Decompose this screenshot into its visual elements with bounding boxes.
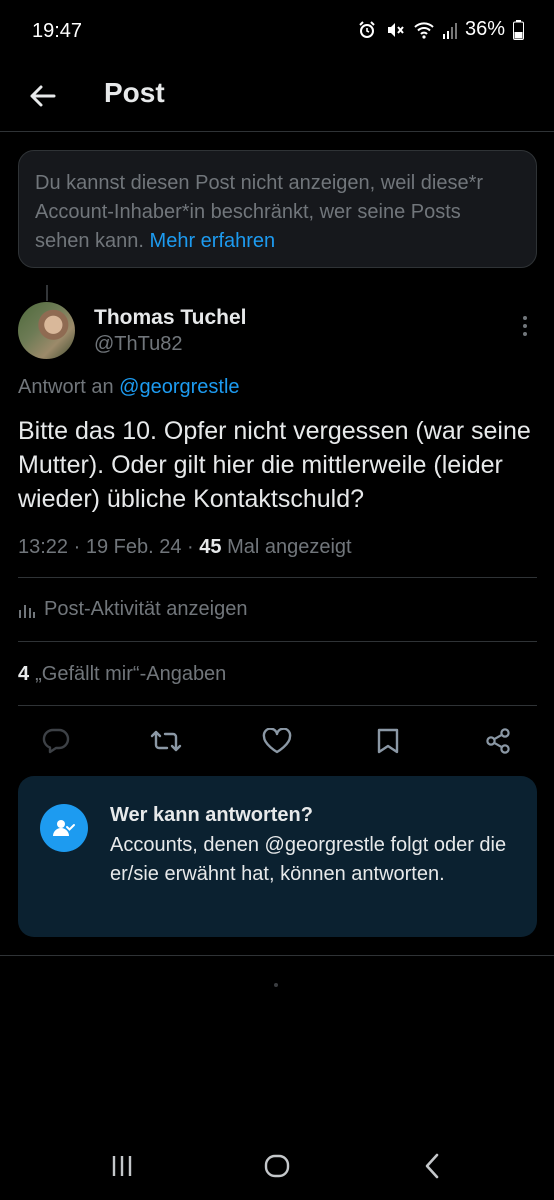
reply-to-line: Antwort an @georgrestle bbox=[18, 376, 240, 399]
who-can-reply-card: Wer kann antworten? Accounts, denen @geo… bbox=[18, 776, 537, 937]
views-count: 45 bbox=[199, 536, 222, 558]
divider bbox=[18, 705, 537, 706]
signal-icon bbox=[442, 22, 457, 39]
meta-separator: · bbox=[187, 536, 200, 558]
top-header: Post bbox=[0, 64, 554, 132]
repost-button[interactable] bbox=[149, 724, 183, 758]
author-name[interactable]: Thomas Tuchel bbox=[94, 306, 246, 330]
reply-card-title: Wer kann antworten? bbox=[110, 804, 313, 826]
post-text: Bitte das 10. Opfer nicht vergessen (war… bbox=[18, 417, 531, 513]
reply-card-text: Accounts, denen @georgrestle folgt oder … bbox=[110, 834, 507, 885]
post-actions bbox=[0, 718, 554, 764]
bookmark-icon bbox=[377, 728, 399, 754]
learn-more-link[interactable]: Mehr erfahren bbox=[150, 230, 276, 252]
bar-chart-icon bbox=[19, 604, 35, 618]
reply-icon bbox=[42, 728, 70, 754]
reply-mention-link[interactable]: @georgrestle bbox=[119, 376, 239, 398]
more-dot-icon bbox=[523, 316, 527, 320]
likes-count: 4 bbox=[18, 663, 30, 685]
meta-separator: · bbox=[73, 536, 86, 558]
more-dot-icon bbox=[523, 324, 527, 328]
post-date[interactable]: 19 Feb. 24 bbox=[86, 536, 182, 558]
status-time: 19:47 bbox=[32, 20, 83, 42]
likes-label: „Gefällt mir“-Angaben bbox=[35, 663, 227, 685]
user-check-icon bbox=[40, 804, 88, 852]
repost-icon bbox=[150, 730, 182, 752]
divider bbox=[18, 577, 537, 578]
reply-prefix: Antwort an bbox=[18, 376, 114, 398]
battery-level: 36% bbox=[464, 18, 505, 40]
status-bar: 19:47 36% bbox=[0, 0, 554, 64]
like-button[interactable] bbox=[260, 724, 294, 758]
recent-apps-button[interactable] bbox=[102, 1150, 142, 1182]
mute-icon bbox=[387, 22, 404, 37]
alarm-icon bbox=[359, 20, 375, 38]
battery-icon bbox=[513, 19, 524, 40]
more-dot-icon bbox=[523, 332, 527, 336]
thread-line bbox=[46, 285, 48, 301]
restricted-post-notice: Du kannst diesen Post nicht anzeigen, we… bbox=[18, 150, 537, 268]
more-options-button[interactable] bbox=[514, 314, 536, 338]
views-label: Mal angezeigt bbox=[227, 536, 352, 558]
status-icons: 36% bbox=[357, 18, 524, 41]
wifi-icon bbox=[414, 21, 434, 39]
home-button[interactable] bbox=[257, 1150, 297, 1182]
system-back-button[interactable] bbox=[412, 1150, 452, 1182]
recent-apps-icon bbox=[112, 1156, 132, 1176]
author-handle[interactable]: @ThTu82 bbox=[94, 333, 183, 356]
divider bbox=[0, 955, 554, 956]
post-meta: 13:22 · 19 Feb. 24 · 45 Mal angezeigt bbox=[18, 536, 352, 559]
arrow-left-icon bbox=[30, 85, 56, 107]
system-nav-bar bbox=[0, 1130, 554, 1200]
page-title: Post bbox=[104, 77, 165, 108]
divider bbox=[18, 641, 537, 642]
chevron-left-icon bbox=[425, 1153, 439, 1179]
loading-dot bbox=[274, 983, 278, 987]
bookmark-button[interactable] bbox=[371, 724, 405, 758]
avatar[interactable] bbox=[18, 302, 75, 359]
post-activity-label: Post-Aktivität anzeigen bbox=[44, 598, 248, 620]
likes-count-link[interactable]: 4 „Gefällt mir“-Angaben bbox=[18, 663, 226, 686]
share-button[interactable] bbox=[481, 724, 515, 758]
heart-icon bbox=[262, 728, 292, 754]
post-time[interactable]: 13:22 bbox=[18, 536, 68, 558]
post-activity-link[interactable]: Post-Aktivität anzeigen bbox=[18, 598, 247, 621]
home-icon bbox=[264, 1154, 290, 1178]
reply-button[interactable] bbox=[39, 724, 73, 758]
share-icon bbox=[486, 728, 510, 754]
back-button[interactable] bbox=[22, 76, 62, 116]
